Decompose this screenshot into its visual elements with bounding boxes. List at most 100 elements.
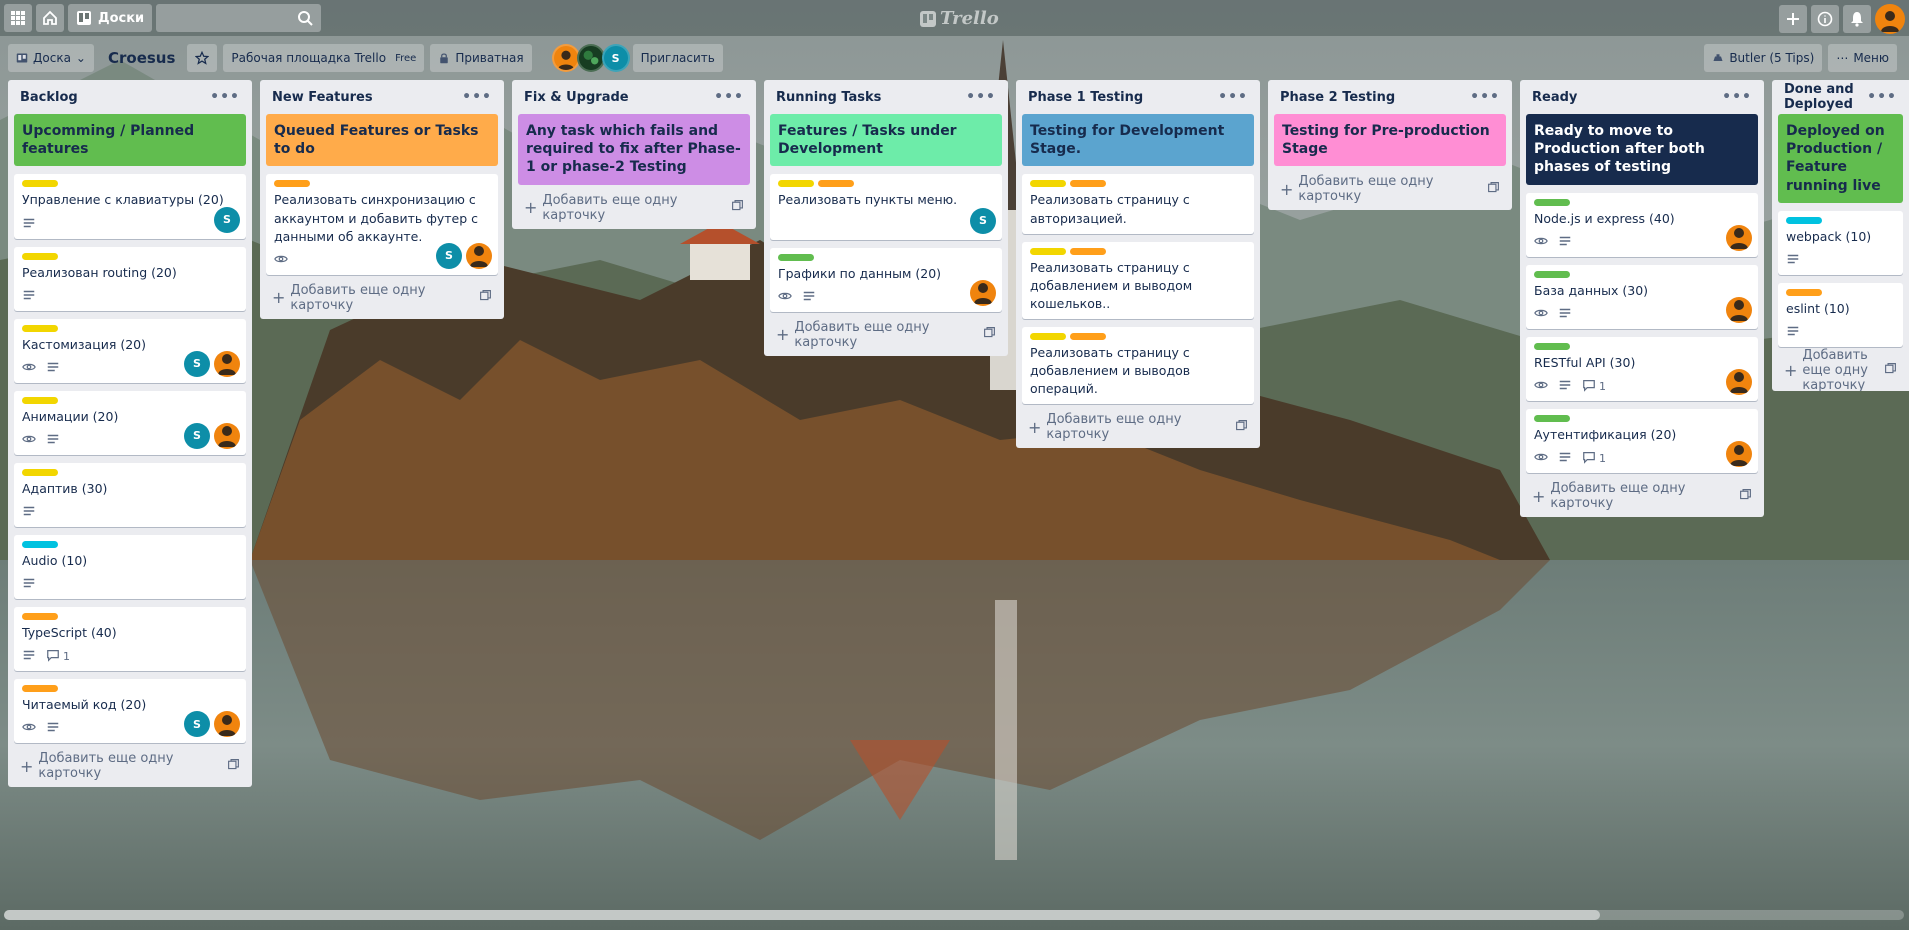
list-title[interactable]: New Features bbox=[272, 90, 373, 105]
add-card-button[interactable]: + Добавить еще одну карточку bbox=[1526, 481, 1758, 511]
list-menu-icon[interactable]: ••• bbox=[1470, 89, 1500, 105]
card-label[interactable] bbox=[1030, 180, 1066, 188]
list-title[interactable]: Running Tasks bbox=[776, 90, 881, 105]
cover-card[interactable]: Features / Tasks under Development bbox=[770, 114, 1002, 167]
card-label[interactable] bbox=[1070, 333, 1106, 340]
list-title[interactable]: Fix & Upgrade bbox=[524, 90, 629, 105]
butler-button[interactable]: Butler (5 Tips) bbox=[1704, 44, 1823, 72]
invite-button[interactable]: Пригласить bbox=[632, 44, 723, 72]
member-avatar[interactable]: S bbox=[436, 242, 462, 269]
card[interactable]: webpack (10) bbox=[1778, 210, 1903, 275]
create-from-template-icon[interactable] bbox=[1235, 419, 1248, 436]
card[interactable]: Node.js и express (40) bbox=[1526, 192, 1758, 257]
member-avatar[interactable]: S bbox=[601, 44, 630, 72]
apps-grid-button[interactable] bbox=[4, 4, 32, 32]
card[interactable]: Реализовать страницу с добавлением и выв… bbox=[1022, 327, 1254, 405]
card[interactable]: Реализовать пункты меню. S bbox=[770, 174, 1002, 240]
card-label[interactable] bbox=[778, 253, 814, 261]
create-from-template-icon[interactable] bbox=[227, 758, 240, 775]
list[interactable]: Phase 1 Testing ••• Testing for Developmen… bbox=[1016, 80, 1260, 449]
card-label[interactable] bbox=[274, 180, 310, 188]
card[interactable]: База данных (30) bbox=[1526, 264, 1758, 329]
member-avatar[interactable] bbox=[466, 242, 492, 269]
cover-card[interactable]: Testing for Development Stage. bbox=[1022, 114, 1254, 167]
list-header[interactable]: Phase 2 Testing ••• bbox=[1274, 80, 1506, 114]
card-label[interactable] bbox=[22, 613, 58, 621]
member-avatar[interactable]: S bbox=[184, 711, 210, 738]
card-label[interactable] bbox=[1786, 288, 1822, 296]
scrollbar-thumb[interactable] bbox=[4, 910, 1600, 920]
card-label[interactable] bbox=[818, 180, 854, 188]
create-from-template-icon[interactable] bbox=[731, 199, 744, 216]
add-card-button[interactable]: + Добавить еще одну карточку bbox=[518, 193, 750, 223]
card[interactable]: Кастомизация (20) S bbox=[14, 318, 246, 383]
card-label[interactable] bbox=[22, 468, 58, 476]
card[interactable]: Реализовать страницу с добавлением и выв… bbox=[1022, 241, 1254, 319]
card[interactable]: Аутентификация (20) 1 bbox=[1526, 408, 1758, 474]
trello-logo[interactable]: Trello bbox=[920, 8, 999, 29]
member-avatar[interactable] bbox=[576, 44, 605, 72]
member-avatar[interactable] bbox=[214, 422, 240, 449]
card[interactable]: Реализовать страницу с авторизацией. bbox=[1022, 174, 1254, 234]
card[interactable]: eslint (10) bbox=[1778, 282, 1903, 347]
create-from-template-icon[interactable] bbox=[1739, 488, 1752, 505]
member-avatar[interactable] bbox=[1726, 368, 1752, 395]
list-header[interactable]: New Features ••• bbox=[266, 80, 498, 114]
list[interactable]: Ready ••• Ready to move to Production afte… bbox=[1520, 80, 1764, 518]
card-label[interactable] bbox=[22, 685, 58, 693]
list-title[interactable]: Phase 2 Testing bbox=[1280, 90, 1395, 105]
card[interactable]: RESTful API (30) 1 bbox=[1526, 336, 1758, 401]
card-label[interactable] bbox=[1030, 333, 1066, 340]
cover-card[interactable]: Testing for Pre-production Stage bbox=[1274, 114, 1506, 167]
card[interactable]: Читаемый код (20) S bbox=[14, 679, 246, 744]
cover-card[interactable]: Ready to move to Production after both p… bbox=[1526, 114, 1758, 185]
list[interactable]: Running Tasks ••• Features / Tasks under D… bbox=[764, 80, 1008, 356]
list-header[interactable]: Backlog ••• bbox=[14, 80, 246, 114]
list-menu-icon[interactable]: ••• bbox=[966, 89, 996, 105]
user-avatar[interactable] bbox=[1875, 4, 1905, 34]
list-title[interactable]: Backlog bbox=[20, 90, 78, 105]
list[interactable]: Fix & Upgrade ••• Any task which fails and… bbox=[512, 80, 756, 229]
card-label[interactable] bbox=[22, 541, 58, 548]
search-input[interactable] bbox=[156, 4, 322, 32]
card[interactable]: Реализован routing (20) bbox=[14, 246, 246, 311]
card-label[interactable] bbox=[1534, 414, 1570, 422]
list-title[interactable]: Done and Deployed bbox=[1784, 82, 1867, 112]
star-board-button[interactable] bbox=[187, 44, 218, 72]
card-label[interactable] bbox=[1786, 216, 1822, 224]
list[interactable]: New Features ••• Queued Features or Tasks … bbox=[260, 80, 504, 319]
card-label[interactable] bbox=[22, 324, 58, 332]
cover-card[interactable]: Queued Features or Tasks to do bbox=[266, 114, 498, 167]
workspace-button[interactable]: Рабочая площадка Trello Free bbox=[223, 44, 425, 72]
card[interactable]: Анимации (20) S bbox=[14, 390, 246, 455]
board-title[interactable]: Croesus bbox=[100, 49, 183, 67]
board-horizontal-scrollbar[interactable] bbox=[4, 910, 1904, 920]
create-from-template-icon[interactable] bbox=[479, 289, 492, 306]
list-header[interactable]: Ready ••• bbox=[1526, 80, 1758, 114]
cover-card[interactable]: Upcomming / Planned features bbox=[14, 114, 246, 167]
list-header[interactable]: Done and Deployed ••• bbox=[1778, 80, 1903, 114]
card[interactable]: TypeScript (40) 1 bbox=[14, 607, 246, 672]
card[interactable]: Реализовать синхронизацию с аккаунтом и … bbox=[266, 174, 498, 275]
list-title[interactable]: Phase 1 Testing bbox=[1028, 90, 1143, 105]
member-avatar[interactable] bbox=[970, 279, 996, 306]
info-button[interactable] bbox=[1811, 5, 1839, 33]
add-card-button[interactable]: + Добавить еще одну карточку bbox=[266, 283, 498, 313]
add-card-button[interactable]: + Добавить еще одну карточку bbox=[1778, 348, 1903, 391]
cover-card[interactable]: Deployed on Production / Feature running… bbox=[1778, 114, 1903, 203]
add-card-button[interactable]: + Добавить еще одну карточку bbox=[1022, 412, 1254, 442]
boards-button[interactable]: Доски bbox=[68, 4, 153, 32]
create-from-template-icon[interactable] bbox=[1487, 181, 1500, 198]
list-menu-icon[interactable]: ••• bbox=[1867, 89, 1897, 105]
card-label[interactable] bbox=[1070, 247, 1106, 255]
card-label[interactable] bbox=[1534, 198, 1570, 206]
card-label[interactable] bbox=[22, 180, 58, 188]
list-menu-icon[interactable]: ••• bbox=[210, 89, 240, 105]
member-avatar[interactable] bbox=[1726, 296, 1752, 323]
card[interactable]: Адаптив (30) bbox=[14, 462, 246, 527]
list[interactable]: Backlog ••• Upcomming / Planned features Уп… bbox=[8, 80, 252, 788]
list[interactable]: Done and Deployed ••• Deployed on Producti… bbox=[1772, 80, 1909, 391]
member-avatar[interactable]: S bbox=[214, 206, 240, 233]
member-avatar[interactable] bbox=[1726, 441, 1752, 468]
card-label[interactable] bbox=[1534, 342, 1570, 350]
